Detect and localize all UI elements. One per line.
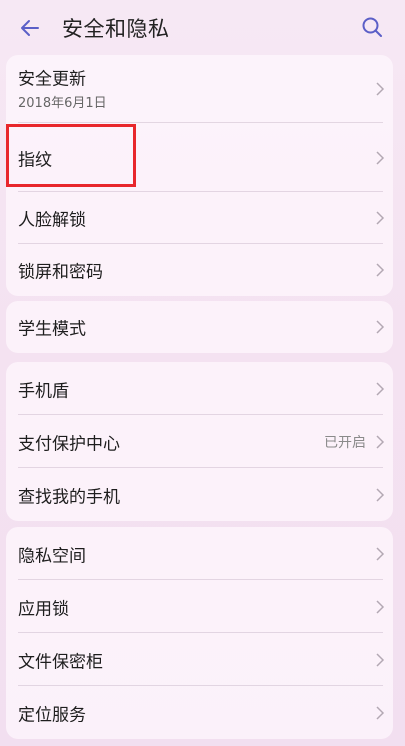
search-button[interactable] [357,12,387,42]
chevron-right-icon [376,546,385,561]
settings-row-subtitle: 2018年6月1日 [18,96,107,111]
settings-row-label: 人脸解锁 [18,210,86,231]
settings-row-app-lock[interactable]: 应用锁 [6,580,393,633]
settings-group-security: 安全更新 2018年6月1日 指纹 人脸解锁 锁屏和密码 [6,55,393,296]
settings-row-label: 指纹 [18,150,52,170]
settings-row-label: 安全更新 [18,69,86,90]
settings-row-label: 支付保护中心 [18,434,120,454]
settings-group-payment: 手机盾 支付保护中心 已开启 查找我的手机 [6,362,393,521]
settings-row-label: 定位服务 [18,705,86,725]
settings-row-label: 锁屏和密码 [18,262,103,283]
back-button[interactable] [14,12,46,44]
chevron-right-icon [376,211,385,225]
settings-row-file-safe[interactable]: 文件保密柜 [6,633,393,686]
settings-row-student-mode[interactable]: 学生模式 [6,301,393,353]
settings-row-label: 手机盾 [18,381,69,401]
settings-row-label: 学生模式 [18,319,86,340]
settings-row-label: 查找我的手机 [18,487,120,507]
settings-row-phone-shield[interactable]: 手机盾 [6,362,393,415]
settings-row-label: 隐私空间 [18,546,86,566]
status-value: 已开启 [324,434,366,451]
chevron-right-icon [376,652,385,667]
settings-row-lock-screen[interactable]: 锁屏和密码 [6,244,393,296]
chevron-right-icon [376,705,385,720]
chevron-right-icon [376,150,385,165]
chevron-right-icon [376,82,385,96]
settings-row-label: 应用锁 [18,599,69,619]
settings-row-find-my-phone[interactable]: 查找我的手机 [6,468,393,521]
settings-row-label: 文件保密柜 [18,652,103,672]
chevron-right-icon [376,320,385,334]
settings-group-privacy: 隐私空间 应用锁 文件保密柜 定位服务 [6,527,393,739]
chevron-right-icon [376,487,385,502]
settings-row-security-update[interactable]: 安全更新 2018年6月1日 [6,55,393,123]
app-header: 安全和隐私 [0,0,405,56]
arrow-left-icon [21,20,39,36]
search-icon [362,17,382,37]
chevron-right-icon [376,263,385,277]
chevron-right-icon [376,434,385,449]
page-title: 安全和隐私 [62,17,170,41]
chevron-right-icon [376,599,385,614]
settings-row-face-unlock[interactable]: 人脸解锁 [6,192,393,244]
settings-row-private-space[interactable]: 隐私空间 [6,527,393,580]
settings-row-fingerprint[interactable]: 指纹 [6,123,393,192]
settings-group-student: 学生模式 [6,301,393,353]
settings-row-location-services[interactable]: 定位服务 [6,686,393,739]
chevron-right-icon [376,381,385,396]
settings-row-payment-protection[interactable]: 支付保护中心 已开启 [6,415,393,468]
